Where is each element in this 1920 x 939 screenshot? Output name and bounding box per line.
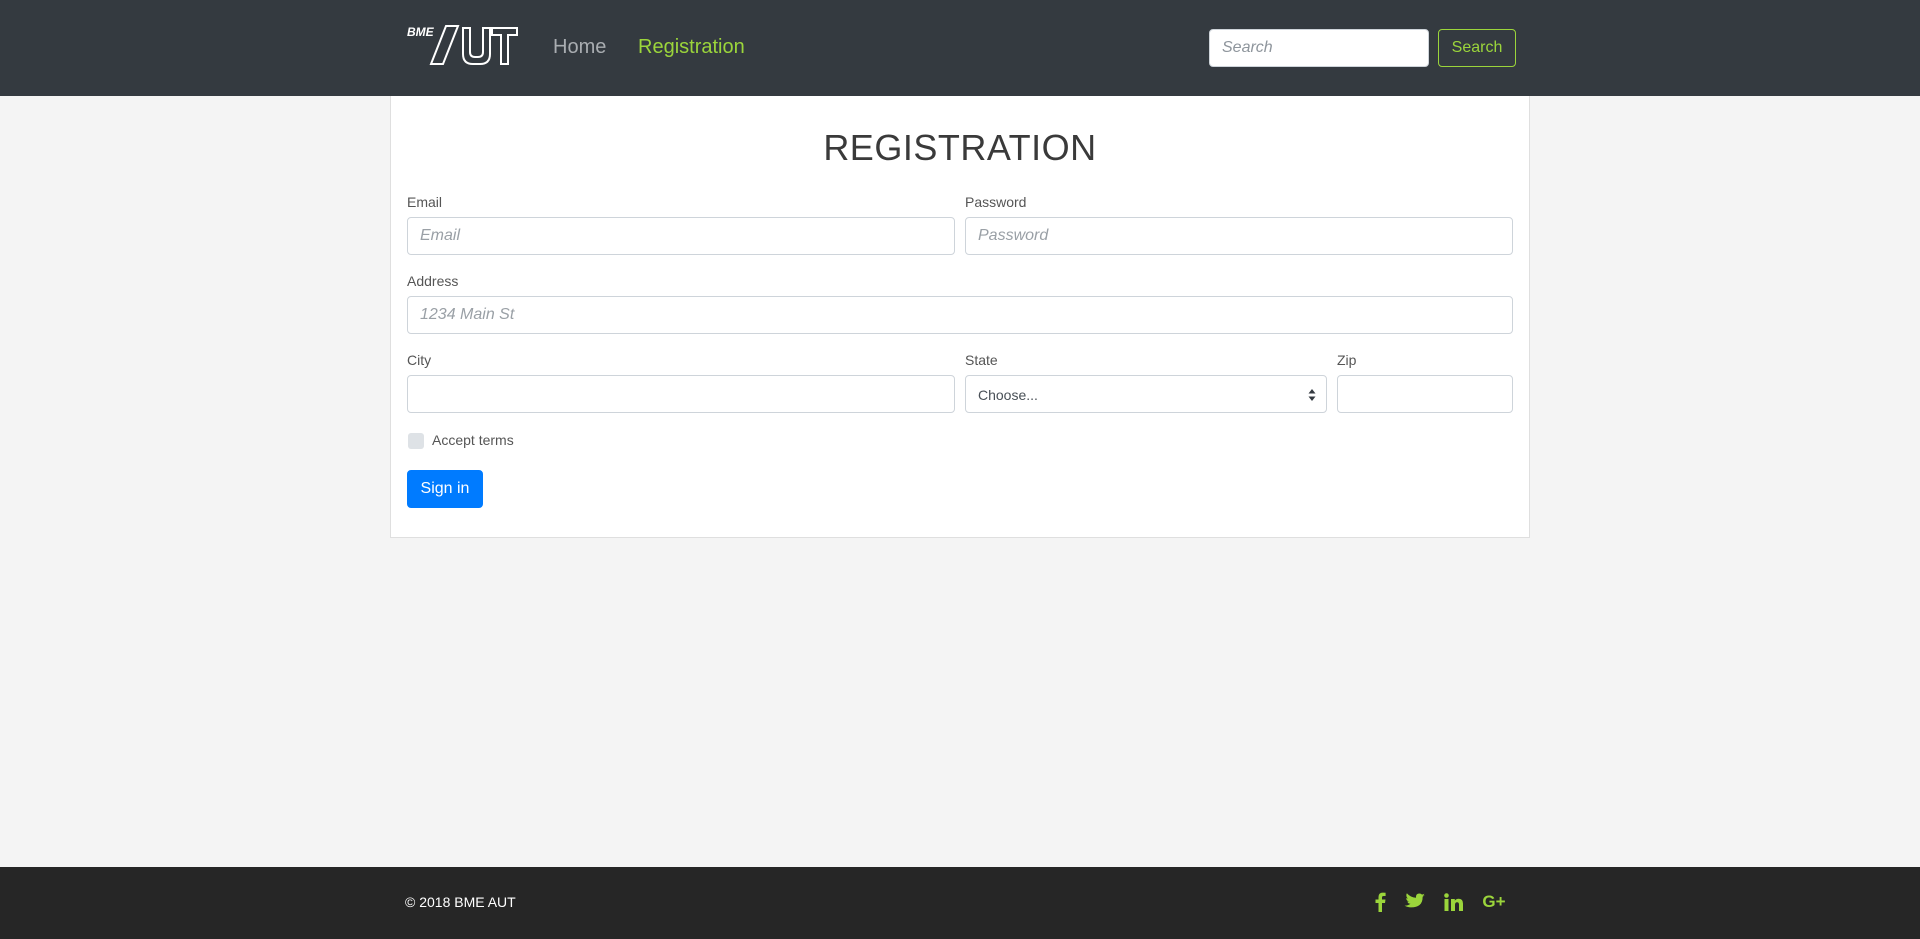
state-label: State — [965, 352, 998, 368]
search-input[interactable] — [1209, 29, 1429, 67]
zip-field[interactable] — [1337, 375, 1513, 413]
registration-card: REGISTRATION Email Password Address City… — [390, 96, 1530, 538]
nav-link-home[interactable]: Home — [553, 34, 606, 60]
page-title: REGISTRATION — [823, 127, 1097, 168]
twitter-icon[interactable] — [1403, 891, 1425, 913]
accept-terms-label[interactable]: Accept terms — [432, 431, 514, 449]
state-selected-value: Choose... — [978, 387, 1038, 403]
search-button[interactable]: Search — [1438, 29, 1516, 67]
email-label: Email — [407, 194, 443, 210]
sign-in-button[interactable]: Sign in — [407, 470, 483, 508]
footer: © 2018 BME AUT G+ — [0, 867, 1920, 939]
city-label: City — [407, 352, 432, 368]
navbar: BME Home Registration Search — [0, 0, 1920, 96]
city-field[interactable] — [407, 375, 955, 413]
accept-terms-checkbox[interactable] — [408, 433, 424, 449]
email-field[interactable] — [407, 217, 955, 255]
select-caret-icon — [1308, 389, 1316, 401]
facebook-icon[interactable] — [1373, 891, 1387, 913]
navbar-inner: BME Home Registration Search — [406, 0, 1516, 96]
bme-aut-logo[interactable]: BME — [406, 24, 518, 68]
address-field[interactable] — [407, 296, 1513, 334]
linkedin-icon[interactable] — [1443, 891, 1463, 913]
password-label: Password — [965, 194, 1027, 210]
password-field[interactable] — [965, 217, 1513, 255]
address-label: Address — [407, 273, 459, 289]
google-plus-icon[interactable]: G+ — [1481, 891, 1507, 913]
zip-label: Zip — [1337, 352, 1357, 368]
nav-link-registration[interactable]: Registration — [638, 34, 745, 60]
copyright-text: © 2018 BME AUT — [405, 894, 516, 910]
svg-text:BME: BME — [407, 25, 435, 39]
state-select[interactable]: Choose... — [965, 375, 1327, 413]
